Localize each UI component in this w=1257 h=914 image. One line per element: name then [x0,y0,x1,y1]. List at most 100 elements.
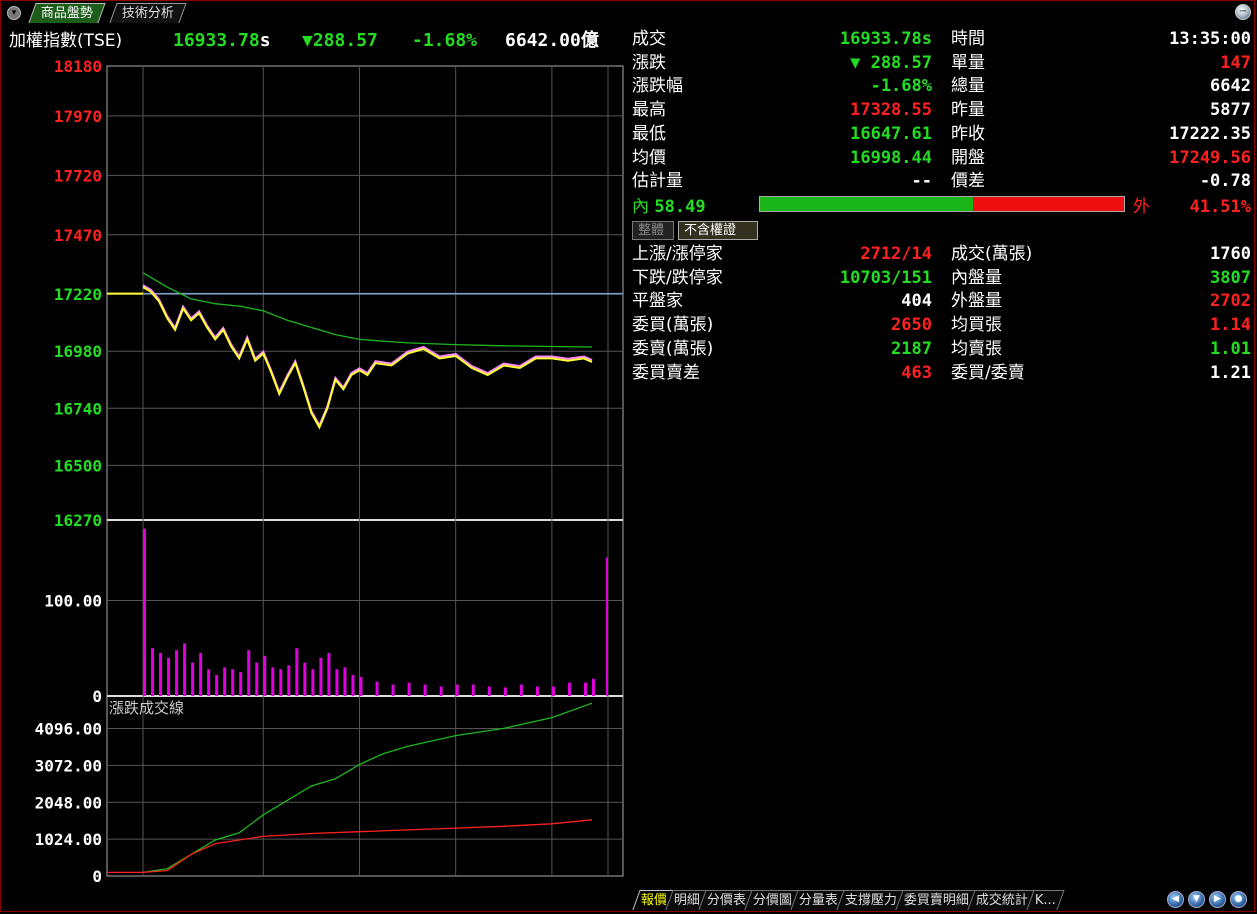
stat-label: 價差 [951,171,985,192]
volume-bar [279,669,283,696]
stat-value: 16933.78s [839,29,932,49]
tab-technical-analysis[interactable]: 技術分析 [109,3,187,23]
stat-label: 漲跌幅 [632,76,683,97]
breadth-label: 平盤家 [632,291,683,312]
breadth-label: 上漲/漲停家 [632,244,723,264]
volume-y-tick-label: 0 [92,687,102,706]
volume-bar [239,672,243,696]
stat-value: ▼ 288.57 [850,52,932,73]
volume-bar [311,669,315,696]
y-tick-label: 16980 [54,342,102,361]
volume-bar [287,665,291,696]
stat-value: 17249.56 [1169,147,1251,168]
volume-bar [423,684,427,696]
y-tick-label: 17970 [54,107,102,126]
breadth-value: 2702 [1210,291,1251,312]
breadth-y-tick-label: 1024.00 [35,830,102,849]
volume-bar [351,674,355,696]
intraday-chart[interactable]: 8:451011121313:3518180179701772017470172… [0,26,630,888]
nav-right-icon[interactable]: ▶ [1209,891,1226,908]
stat-value: 17328.55 [850,100,932,121]
volume-bar [591,678,595,696]
inner-outer-ratio-bar [759,196,1125,212]
volume-bar [271,667,275,696]
bottom-tab-label: 委買賣明細 [903,893,969,908]
y-tick-label: 16500 [54,456,102,475]
bottom-tab-6[interactable]: 委買賣明細 [895,890,978,910]
volume-bar [455,684,459,696]
volume-bar [303,662,307,696]
top-tab-bar: ▾ 商品盤勢 技術分析 − [0,0,1257,26]
bottom-tab-label: 明細 [673,893,700,908]
breadth-value: 2187 [891,338,932,359]
stat-label: 單量 [951,52,985,73]
stat-label: 均價 [632,147,666,168]
volume-bar [247,650,251,696]
tab-market-overview[interactable]: 商品盤勢 [28,3,106,23]
bottom-tab-label: 支撐壓力 [844,893,897,908]
stat-value: -1.68% [870,76,932,97]
breadth-label: 委賣(萬張) [632,338,714,359]
volume-bar [175,650,179,696]
stat-label: 時間 [951,29,985,49]
volume-bar [191,662,195,696]
breadth-value: 1.01 [1210,338,1251,359]
volume-bar [567,682,571,696]
volume-bar [335,669,339,696]
volume-bar [143,528,146,696]
volume-bar [606,557,608,696]
breadth-label: 外盤量 [951,291,1002,312]
breadth-label: 委買(萬張) [632,315,714,336]
stat-label: 估計量 [632,171,683,192]
bottom-tab-label: 成交統計 [975,893,1028,908]
breadth-panel-title: 漲跌成交線 [109,699,184,717]
index-line [142,284,593,428]
volume-bar [519,684,523,696]
stat-value: -- [911,171,932,192]
volume-bar [183,643,187,696]
stat-value: 16998.44 [850,147,932,168]
y-tick-label: 17470 [54,226,102,245]
nav-left-icon[interactable]: ◀ [1167,891,1184,908]
bottom-tab-label: K... [1034,893,1056,908]
dropdown-menu-icon[interactable]: ▾ [7,6,21,20]
bottom-tab-label: 分價表 [706,893,746,908]
y-tick-label: 18180 [54,57,102,76]
volume-bar [207,669,211,696]
breadth-label: 成交(萬張) [951,244,1033,264]
volume-bar [471,684,475,696]
stat-label: 開盤 [951,147,985,168]
up-volume-line [142,819,593,874]
stat-label: 最高 [632,100,666,121]
volume-bar [167,657,171,696]
volume-bar [223,667,227,696]
average-price-line [142,272,593,348]
nav-extra-icon[interactable]: ● [1230,891,1247,908]
y-tick-label: 16270 [54,511,102,530]
breadth-value: 10703/151 [839,267,932,288]
volume-bar [327,653,331,696]
volume-bar [583,682,587,696]
nav-down-icon[interactable]: ▼ [1188,891,1205,908]
stat-value: 16647.61 [850,123,932,144]
breadth-label: 均賣張 [951,338,1002,359]
stat-value: 17222.35 [1169,123,1251,144]
volume-y-tick-label: 100.00 [44,591,102,610]
breadth-value: 1.21 [1210,362,1251,383]
exclude-warrants-button[interactable]: 不含權證 [678,221,758,240]
volume-bar [255,662,259,696]
volume-bar [231,669,235,696]
stat-label: 成交 [632,29,666,49]
bottom-tab-label: 報價 [640,893,667,908]
volume-bar [503,687,507,696]
outer-ratio: 外 [1133,197,1150,217]
volume-bar [199,653,203,696]
volume-bar [319,657,323,696]
volume-bar [295,648,299,696]
whole-button[interactable]: 整體 [632,221,674,240]
breadth-label: 下跌/跌停家 [632,267,723,288]
plot-frame [106,65,624,877]
zoom-out-icon[interactable]: − [1235,4,1251,20]
bottom-tab-label: 分價圖 [752,893,792,908]
tab-label: 商品盤勢 [40,6,93,21]
